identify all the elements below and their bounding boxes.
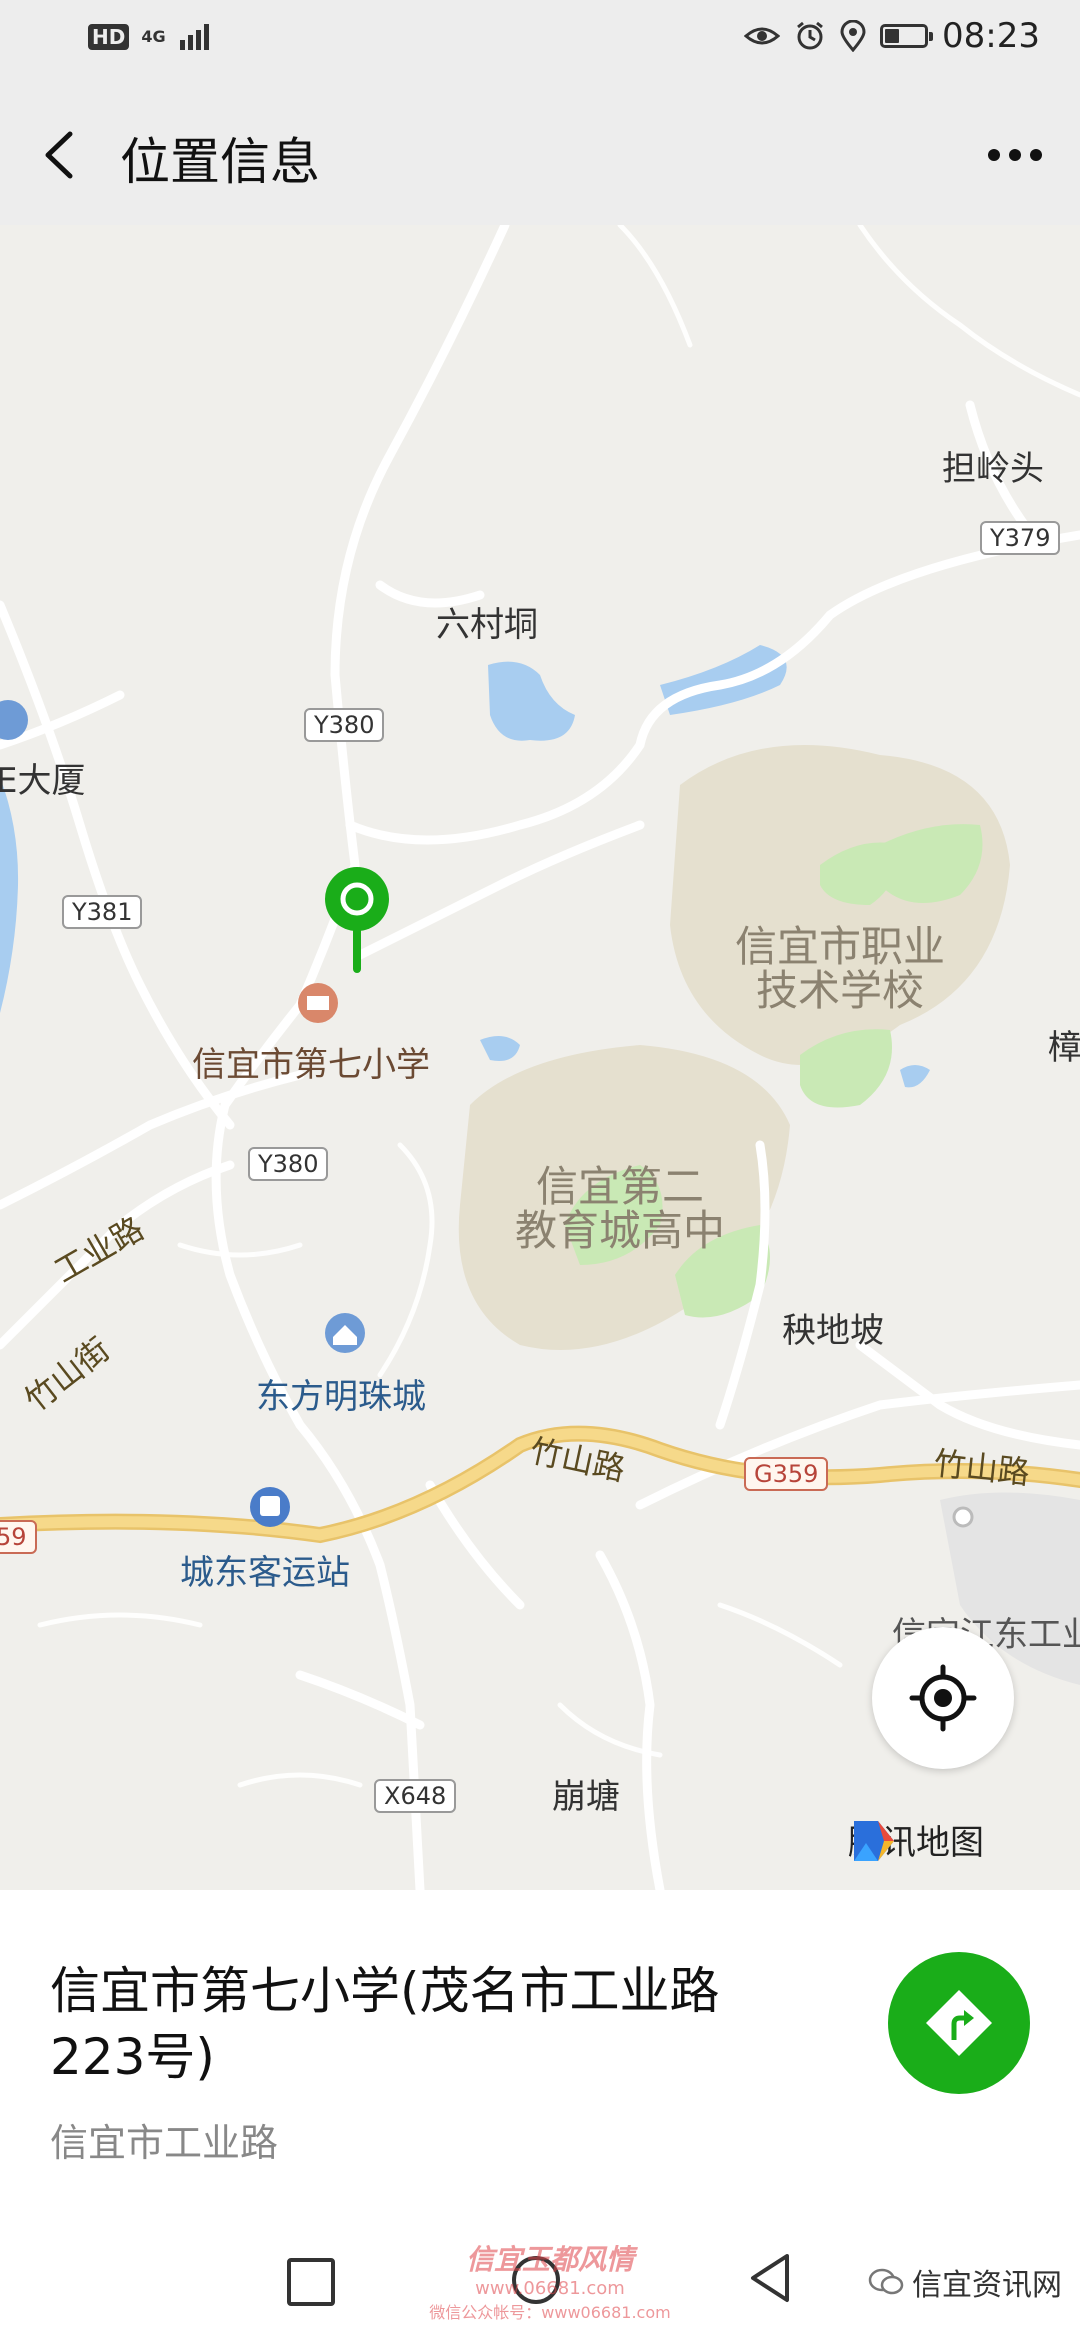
road-shield-g359-edge: 59 xyxy=(0,1520,37,1554)
status-left: HD 4G xyxy=(88,22,214,52)
map-label-zhushan-road-2: 竹山路 xyxy=(932,1444,1032,1492)
title-bar: 位置信息 xyxy=(0,80,1080,225)
map-label-bengtang: 崩塘 xyxy=(552,1777,620,1817)
status-time: 08:23 xyxy=(942,16,1040,56)
system-back-button[interactable] xyxy=(745,2250,795,2310)
location-info-panel: 信宜市第七小学(茂名市工业路223号) 信宜市工业路 xyxy=(0,1890,1080,2220)
map-label-danlingtou: 担岭头 xyxy=(942,449,1044,489)
school-poi-icon xyxy=(298,983,338,1023)
alarm-icon xyxy=(797,21,823,50)
location-icon xyxy=(840,20,866,52)
map-label-liucuntong: 六村垌 xyxy=(436,605,538,645)
locate-me-button[interactable] xyxy=(872,1627,1014,1769)
home-poi-icon xyxy=(325,1313,365,1353)
place-address: 信宜市工业路 xyxy=(50,2121,279,2165)
map-label-yangdipo: 秧地坡 xyxy=(782,1311,884,1351)
wechat-icon xyxy=(868,2268,904,2295)
crosshair-icon xyxy=(909,1664,977,1732)
tencent-map-logo-icon xyxy=(854,1821,894,1861)
hd-badge: HD xyxy=(88,24,130,50)
map-label-vocational-school[interactable]: 信宜市职业 技术学校 xyxy=(735,925,945,1013)
status-right: 08:23 xyxy=(744,16,1040,56)
road-shield-g359: G359 xyxy=(744,1457,829,1491)
watermark-source: 信宜资讯网 xyxy=(912,2268,1062,2303)
watermark-url: www.06681.com xyxy=(475,2278,625,2299)
battery-icon xyxy=(880,24,934,48)
map-label-second-school[interactable]: 信宜第二 教育城高中 xyxy=(515,1165,725,1253)
eye-icon xyxy=(744,27,781,45)
road-shield-y381: Y381 xyxy=(62,895,143,929)
map-label-dasha: E大厦 xyxy=(0,761,86,801)
watermark-right: 信宜资讯网 xyxy=(868,2260,1062,2304)
road-shield-y380-b: Y380 xyxy=(248,1147,329,1181)
watermark-title: 信宜玉都风情 xyxy=(465,2243,634,2276)
map-view[interactable]: 担岭头 六村垌 E大厦 信宜市第七小学 信宜市职业 技术学校 信宜第二 教育城高… xyxy=(0,225,1080,1890)
road-shield-y379: Y379 xyxy=(980,521,1061,555)
place-name: 信宜市第七小学(茂名市工业路223号) xyxy=(50,1962,720,2086)
watermark-account: 微信公众帐号：www06681.com xyxy=(429,2303,671,2322)
route-directions-icon xyxy=(926,1990,992,2056)
location-pin-icon xyxy=(325,867,389,973)
navigate-button[interactable] xyxy=(888,1952,1030,2094)
map-provider-logo: 腾讯地图 xyxy=(848,1815,984,1864)
more-button[interactable] xyxy=(980,130,1050,180)
system-nav-bar: 信宜玉都风情 www.06681.com 微信公众帐号：www06681.com… xyxy=(0,2220,1080,2340)
map-label-edge: 樟 xyxy=(1048,1028,1080,1068)
map-label-dongfang[interactable]: 东方明珠城 xyxy=(256,1369,426,1418)
map-label-school[interactable]: 信宜市第七小学 xyxy=(192,1037,430,1086)
more-dots-icon xyxy=(988,149,1042,161)
status-bar: HD 4G 08:23 xyxy=(0,0,1080,80)
back-button[interactable] xyxy=(30,120,90,190)
triangle-back-icon xyxy=(751,2254,789,2302)
watermark-center: 信宜玉都风情 www.06681.com 微信公众帐号：www06681.com xyxy=(420,2238,680,2323)
page-title: 位置信息 xyxy=(120,133,320,191)
road-shield-y380: Y380 xyxy=(304,708,385,742)
vocational-school-area xyxy=(670,745,1010,1065)
signal-icon xyxy=(179,24,209,50)
network-type: 4G xyxy=(141,27,166,46)
road-shield-x648: X648 xyxy=(374,1779,457,1813)
bus-poi-icon xyxy=(250,1487,290,1527)
chevron-left-icon xyxy=(45,131,73,179)
recent-apps-button[interactable] xyxy=(287,2258,335,2306)
map-label-bus-station[interactable]: 城东客运站 xyxy=(180,1545,350,1594)
